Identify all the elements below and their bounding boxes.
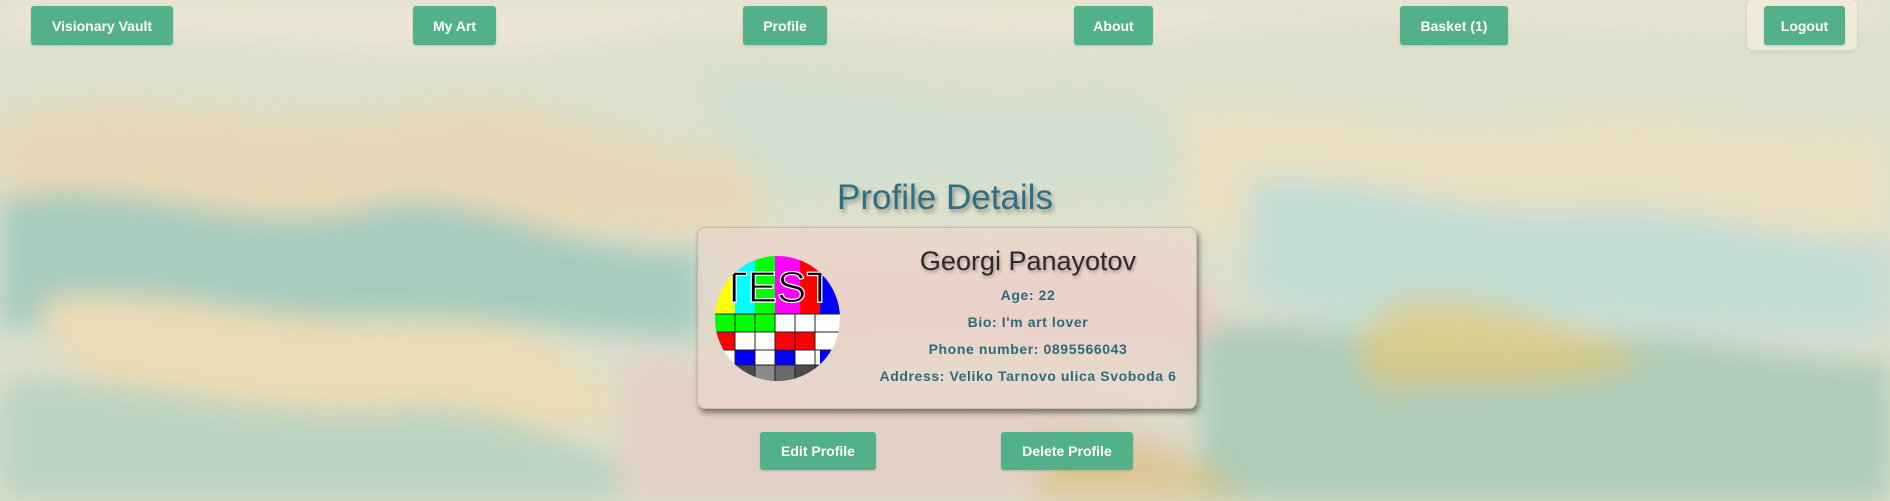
profile-phone: Phone number: 0895566043 [928, 341, 1128, 357]
profile-address: Address: Veliko Tarnovo ulica Svoboda 6 [879, 368, 1177, 384]
nav-profile-button[interactable]: Profile [743, 6, 827, 45]
page-title: Profile Details [837, 178, 1053, 217]
profile-name: Georgi Panayotov [919, 246, 1137, 276]
top-navbar: Visionary Vault My Art Profile About Bas… [0, 0, 1890, 52]
brand-button[interactable]: Visionary Vault [31, 6, 173, 45]
test-pattern-image: TEST [715, 256, 840, 381]
delete-profile-button[interactable]: Delete Profile [1001, 432, 1133, 470]
profile-info: Georgi Panayotov Age: 22 Bio: I'm art lo… [863, 244, 1193, 384]
nav-basket-button[interactable]: Basket (1) [1400, 6, 1508, 45]
edit-profile-button[interactable]: Edit Profile [760, 432, 876, 470]
avatar-test-text: TEST [721, 263, 833, 312]
logout-container: Logout [1747, 0, 1857, 50]
profile-card: TEST Georgi Panayotov Age: 22 Bio: I'm a… [697, 227, 1197, 409]
profile-age: Age: 22 [1000, 287, 1056, 303]
nav-about-button[interactable]: About [1074, 6, 1153, 45]
profile-bio: Bio: I'm art lover [967, 314, 1089, 330]
nav-my-art-button[interactable]: My Art [413, 6, 496, 45]
avatar: TEST [715, 256, 840, 381]
logout-button[interactable]: Logout [1764, 6, 1845, 45]
